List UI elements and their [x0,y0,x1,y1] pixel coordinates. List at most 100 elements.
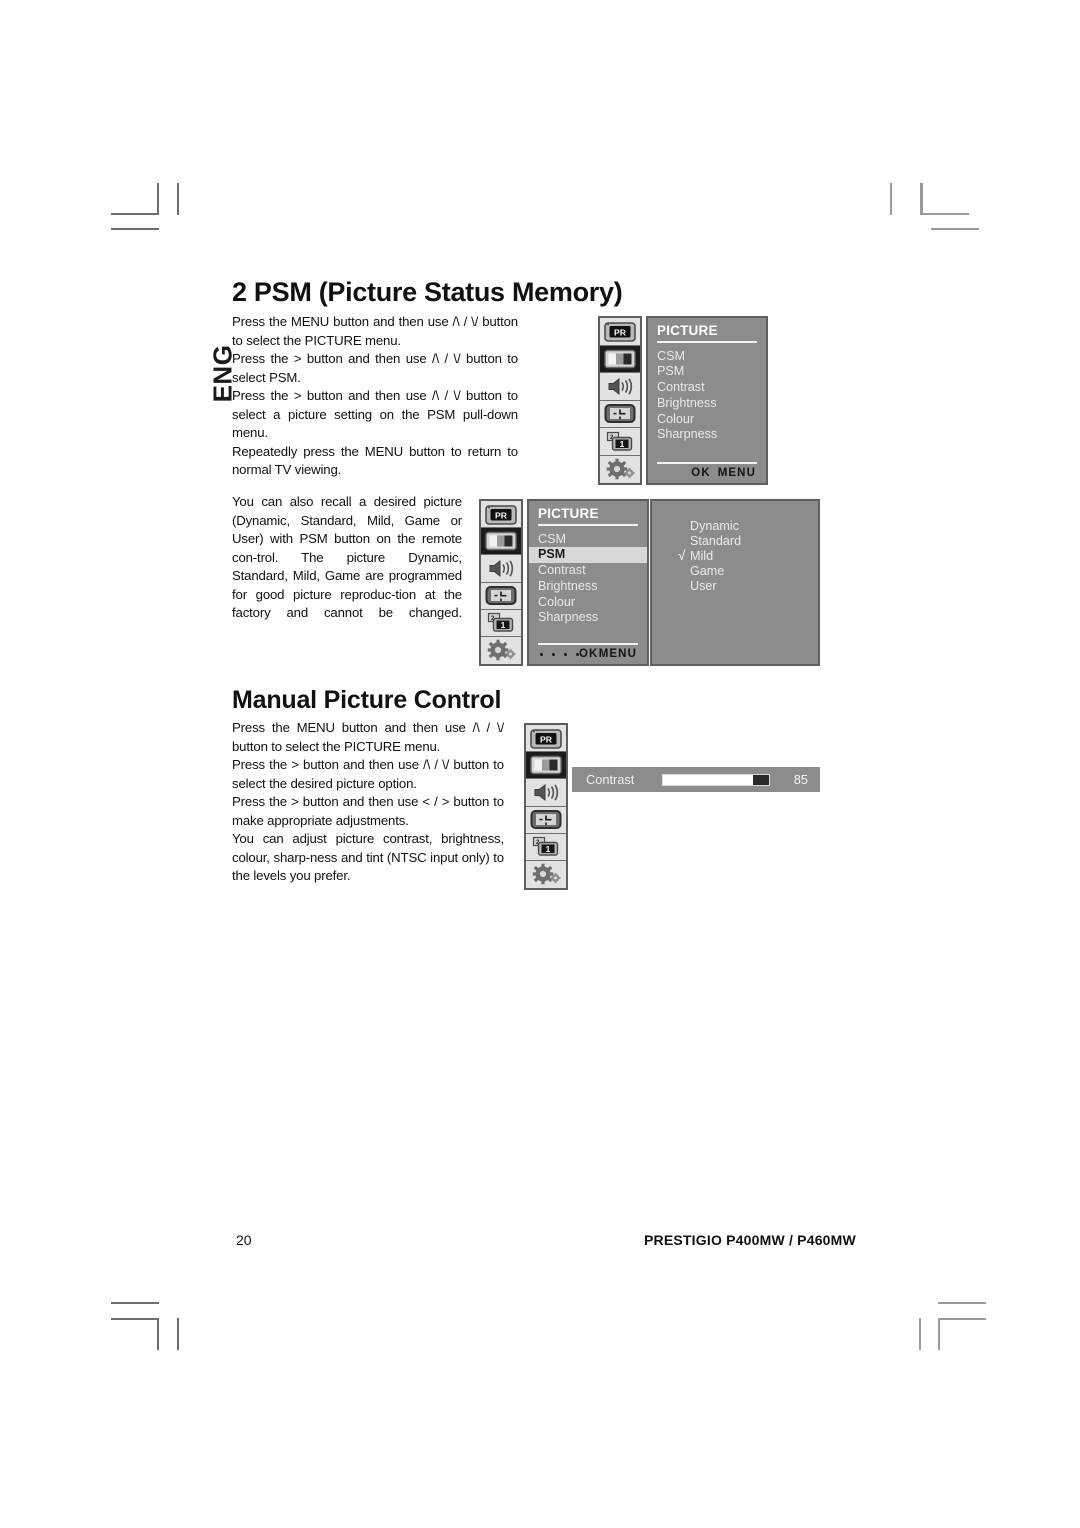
sidebar-item-sound[interactable] [481,555,521,583]
section-heading-manual-picture-control: Manual Picture Control [232,686,502,714]
time-clock-icon [485,586,517,606]
paragraph: Press the > button and then use < / > bu… [232,794,504,828]
menu-item-contrast[interactable]: Contrast [657,380,766,396]
sidebar-item-pr-channel[interactable]: PR [481,501,521,529]
menu-item-psm[interactable]: PSM [657,364,766,380]
osd-panel-footer: OK MENU [529,643,647,660]
menu-item-csm[interactable]: CSM [657,348,766,364]
footer-dots [538,652,579,656]
ok-hint[interactable]: OK [579,648,598,660]
osd-contrast-bar: Contrast 85 [572,767,820,792]
pr-channel-icon: PR [485,504,517,525]
osd-picture-menu: PR 2 1 PICTURE CSM PSM Contrast Brightne… [598,316,768,485]
paragraph: Press the MENU button and then use /\ / … [232,720,504,754]
psm-instructions-wrapped: You can also recall a desired picture (D… [232,493,462,623]
footer-divider [657,462,757,464]
svg-text:1: 1 [501,620,506,630]
menu-item-sharpness[interactable]: Sharpness [657,427,766,443]
submenu-option-mild[interactable]: √ Mild [652,548,818,564]
svg-text:1: 1 [620,439,625,449]
time-clock-icon [604,404,636,424]
osd-footer-hints: OK MENU [529,648,647,660]
svg-text:1: 1 [546,844,551,854]
sound-speaker-icon [489,559,514,577]
contrast-label: Contrast [586,772,635,787]
osd-psm-pulldown: PR 2 1 PICTURE CSM PSM Contrast Brightne… [479,499,820,666]
contrast-slider-fill [663,774,753,785]
page-number: 20 [236,1232,252,1248]
sound-speaker-icon [534,783,559,801]
sidebar-item-special[interactable]: 2 1 [600,428,640,456]
progress-dot [540,652,543,656]
footer-divider [538,643,638,645]
svg-text:PR: PR [614,327,627,337]
sound-speaker-icon [608,377,633,395]
osd-menu-panel: PICTURE CSM PSM Contrast Brightness Colo… [527,499,649,666]
contrast-slider[interactable] [662,773,770,786]
osd-icon-rail: PR 2 1 [524,723,568,890]
svg-text:PR: PR [540,734,553,744]
paragraph: You can also recall a desired picture (D… [232,494,462,620]
sidebar-item-picture[interactable] [600,345,640,373]
osd-icon-rail: PR 2 1 [479,499,523,666]
sidebar-item-special[interactable]: 2 1 [526,833,566,861]
submenu-option-standard[interactable]: Standard [652,534,818,549]
menu-hint[interactable]: MENU [599,648,637,660]
sidebar-item-time[interactable] [481,582,521,610]
progress-dot [564,652,567,656]
paragraph: Press the > button and then use /\ / \/ … [232,757,504,791]
menu-hint[interactable]: MENU [718,467,756,479]
sidebar-item-sound[interactable] [526,779,566,807]
sidebar-item-pr-channel[interactable]: PR [600,318,640,346]
sidebar-item-time[interactable] [526,806,566,834]
svg-text:PR: PR [495,510,508,520]
setup-gear-icon [606,458,635,480]
contrast-value: 85 [793,772,808,787]
osd-menu-panel: PICTURE CSM PSM Contrast Brightness Colo… [646,316,768,485]
sidebar-item-picture[interactable] [481,528,521,556]
submenu-option-label: Standard [690,534,742,548]
osd-footer-hints: OK MENU [648,467,766,479]
submenu-option-label: Mild [690,549,714,563]
submenu-option-dynamic[interactable]: Dynamic [652,519,818,534]
special-pip-icon: 2 1 [487,613,514,632]
sidebar-item-sound[interactable] [600,373,640,401]
sidebar-item-setup[interactable] [481,636,521,664]
osd-menu-items: CSM PSM Contrast Brightness Colour Sharp… [529,531,647,626]
menu-item-brightness[interactable]: Brightness [657,395,766,411]
setup-gear-icon [487,640,516,661]
menu-item-sharpness[interactable]: Sharpness [538,610,647,626]
sidebar-item-setup[interactable] [526,860,566,888]
psm-instructions-top: Press the MENU button and then use /\ / … [232,313,518,480]
menu-item-psm[interactable]: PSM [529,546,647,563]
picture-icon [530,756,562,775]
progress-dot [552,652,555,656]
submenu-option-label: User [690,579,717,593]
sidebar-item-picture[interactable] [526,752,566,780]
menu-item-contrast[interactable]: Contrast [538,563,647,579]
title-divider [657,341,757,343]
osd-icon-rail: PR 2 1 [598,316,642,485]
menu-item-colour[interactable]: Colour [538,594,647,610]
submenu-option-user[interactable]: User [652,579,818,594]
checkmark-icon: √ [678,548,686,563]
ok-hint[interactable]: OK [691,467,710,479]
submenu-option-game[interactable]: Game [652,564,818,579]
picture-icon [604,349,636,368]
section-heading-psm: 2 PSM (Picture Status Memory) [232,277,623,307]
submenu-option-label: Game [690,564,725,578]
menu-item-brightness[interactable]: Brightness [538,578,647,594]
paragraph: Press the > button and then use /\ / \/ … [232,388,518,440]
pr-channel-icon: PR [604,321,636,342]
menu-item-csm[interactable]: CSM [538,531,647,547]
sidebar-item-time[interactable] [600,400,640,428]
osd-panel-footer: OK MENU [648,462,766,479]
sidebar-item-special[interactable]: 2 1 [481,609,521,637]
sidebar-item-setup[interactable] [600,455,640,483]
paragraph: Repeatedly press the MENU button to retu… [232,443,518,478]
paragraph: You can adjust picture contrast, brightn… [232,831,504,883]
menu-item-colour[interactable]: Colour [657,411,766,427]
sidebar-item-pr-channel[interactable]: PR [526,725,566,753]
submenu-option-label: Dynamic [690,519,739,533]
footer-model-name: PRESTIGIO P400MW / P460MW [644,1232,856,1248]
